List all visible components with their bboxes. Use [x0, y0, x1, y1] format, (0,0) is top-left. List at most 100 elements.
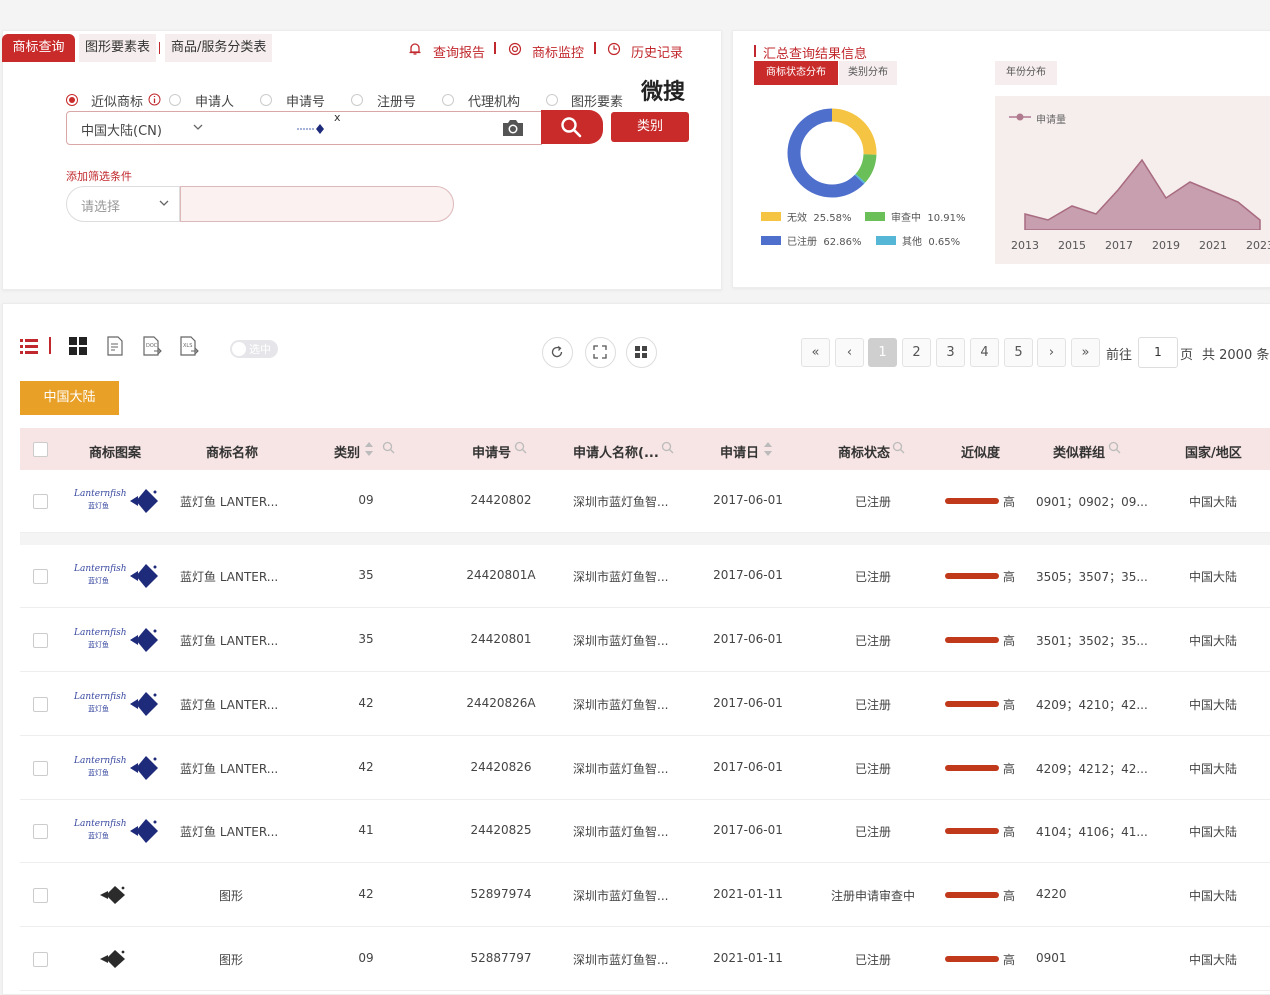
page-4[interactable]: 4	[970, 338, 999, 367]
cell-status: 已注册	[854, 634, 892, 648]
last-page-button[interactable]: »	[1071, 338, 1100, 367]
cell-no: 24420826	[470, 760, 532, 774]
search-icon[interactable]	[892, 441, 905, 454]
logo-text-cn: 蓝灯鱼	[88, 641, 109, 649]
next-page-button[interactable]: ›	[1037, 338, 1066, 367]
cell-no: 52887797	[470, 951, 532, 965]
fullscreen-icon	[593, 345, 607, 359]
cell-no: 24420826A	[466, 696, 536, 710]
cell-name: 蓝灯鱼 LANTER...	[180, 762, 279, 776]
toggle-label: 选中	[249, 343, 271, 356]
export-xls-icon[interactable]: XLS	[179, 336, 199, 356]
cell-country: 中国大陆	[1188, 698, 1238, 712]
lantern-fish-icon	[130, 692, 158, 716]
radio-graphic-element[interactable]	[546, 94, 558, 106]
info-icon[interactable]	[148, 93, 161, 106]
grid-view-icon[interactable]	[69, 337, 87, 355]
region-select[interactable]: 中国大陆(CN)	[81, 120, 162, 139]
cell-country: 中国大陆	[1188, 570, 1238, 584]
col-date[interactable]: 申请日	[720, 442, 759, 461]
radio-agency[interactable]	[442, 94, 454, 106]
row-checkbox[interactable]	[33, 952, 48, 967]
cell-country: 中国大陆	[1188, 825, 1238, 839]
cell-name: 蓝灯鱼 LANTER...	[180, 634, 279, 648]
chevron-down-icon[interactable]	[193, 124, 203, 131]
region-tag-mainland[interactable]: 中国大陆	[20, 381, 119, 415]
history-link[interactable]: 历史记录	[631, 42, 683, 61]
cell-similarity: 高	[1003, 953, 1016, 967]
clear-image-button[interactable]: x	[334, 111, 341, 124]
cell-country: 中国大陆	[1188, 762, 1238, 776]
radio-application-no[interactable]	[260, 94, 272, 106]
cell-group: 4104；4106；41...	[1036, 825, 1148, 839]
row-checkbox[interactable]	[33, 761, 48, 776]
sort-icon[interactable]	[763, 441, 773, 457]
row-checkbox[interactable]	[33, 824, 48, 839]
cell-applicant: 深圳市蓝灯鱼智...	[573, 634, 669, 648]
trademark-logo: Lanternfish 蓝灯鱼	[70, 626, 170, 654]
lantern-fish-icon	[130, 819, 158, 843]
logo-text-cn: 蓝灯鱼	[88, 705, 109, 713]
cell-group: 0901	[1036, 951, 1067, 965]
page-1[interactable]: 1	[868, 338, 897, 367]
toggle-knob	[232, 342, 246, 356]
legend-swatch-registered	[761, 236, 781, 245]
legend-invalid: 无效 25.58%	[787, 213, 852, 224]
page-3[interactable]: 3	[936, 338, 965, 367]
svg-text:XLS: XLS	[183, 343, 192, 349]
select-all-checkbox[interactable]	[33, 442, 48, 457]
radio-registration-no[interactable]	[351, 94, 363, 106]
total-count: 共 2000 条记	[1202, 348, 1270, 363]
tab-year-distribution[interactable]: 年份分布	[995, 61, 1057, 85]
lantern-fish-icon	[130, 628, 158, 652]
query-report-link[interactable]: 查询报告	[433, 42, 485, 61]
row-checkbox[interactable]	[33, 697, 48, 712]
list-view-icon[interactable]	[20, 337, 40, 355]
search-icon[interactable]	[1108, 441, 1121, 454]
logo-text-cn: 蓝灯鱼	[88, 577, 109, 585]
lantern-fish-icon	[130, 756, 158, 780]
trademark-monitor-link[interactable]: 商标监控	[532, 42, 584, 61]
monitor-icon[interactable]	[508, 42, 522, 56]
filter-input[interactable]	[180, 186, 454, 222]
col-class[interactable]: 类别	[334, 442, 360, 461]
row-checkbox[interactable]	[33, 494, 48, 509]
tab-goods-classes[interactable]: 商品/服务分类表	[165, 34, 273, 62]
bell-icon[interactable]	[408, 42, 422, 56]
tab-trademark-search[interactable]: 商标查询	[2, 34, 75, 62]
cell-applicant: 深圳市蓝灯鱼智...	[573, 495, 669, 509]
cell-applicant: 深圳市蓝灯鱼智...	[573, 889, 669, 903]
search-icon[interactable]	[382, 441, 395, 454]
page-5[interactable]: 5	[1004, 338, 1033, 367]
first-page-button[interactable]: «	[801, 338, 830, 367]
clock-icon[interactable]	[607, 42, 621, 56]
search-icon[interactable]	[514, 441, 527, 454]
cell-group: 0901；0902；09...	[1036, 495, 1148, 509]
goto-page-input[interactable]: 1	[1138, 337, 1178, 368]
cell-country: 中国大陆	[1188, 889, 1238, 903]
logo-text-cn: 蓝灯鱼	[88, 502, 109, 510]
tab-class-distribution[interactable]: 类别分布	[839, 61, 897, 85]
legend-swatch-invalid	[761, 212, 781, 221]
page-unit: 页	[1180, 348, 1194, 363]
sort-icon[interactable]	[364, 441, 374, 457]
export-pdf-icon[interactable]	[106, 336, 124, 356]
category-button[interactable]: 类别	[611, 112, 689, 142]
prev-page-button[interactable]: ‹	[835, 338, 864, 367]
page-2[interactable]: 2	[902, 338, 931, 367]
filter-placeholder: 请选择	[81, 200, 121, 215]
camera-icon[interactable]	[501, 118, 525, 138]
tab-graphic-elements[interactable]: 图形要素表	[79, 34, 157, 62]
trademark-logo: Lanternfish 蓝灯鱼	[70, 562, 170, 590]
radio-similar-trademark[interactable]	[66, 94, 78, 106]
row-checkbox[interactable]	[33, 569, 48, 584]
cell-status: 已注册	[854, 953, 892, 967]
year-tick-0: 2013	[1011, 239, 1039, 252]
radio-applicant[interactable]	[169, 94, 181, 106]
tab-status-distribution[interactable]: 商标状态分布	[754, 61, 838, 85]
export-doc-icon[interactable]: DOC	[142, 336, 162, 356]
row-checkbox[interactable]	[33, 633, 48, 648]
row-checkbox[interactable]	[33, 888, 48, 903]
similarity-bar	[945, 701, 999, 707]
search-icon[interactable]	[661, 441, 674, 454]
